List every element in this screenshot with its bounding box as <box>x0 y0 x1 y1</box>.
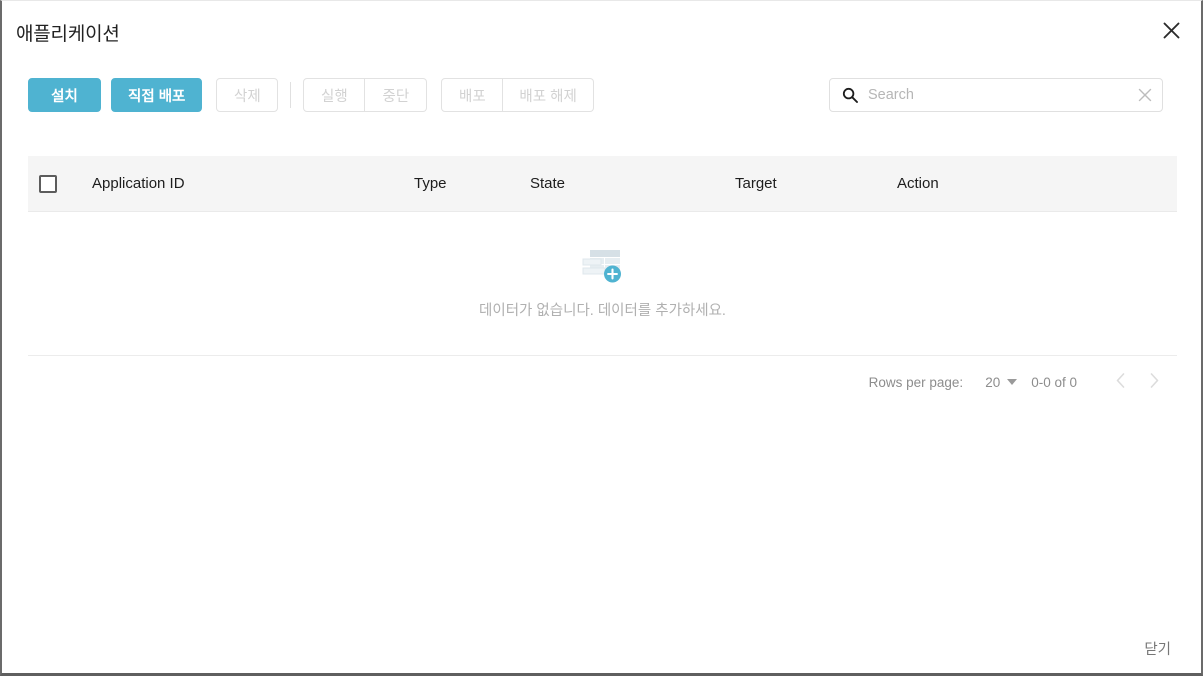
column-header-application-id[interactable]: Application ID <box>92 175 414 192</box>
chevron-right-icon <box>1150 373 1159 391</box>
applications-table: Application ID Type State Target Action <box>28 156 1177 408</box>
chevron-down-icon[interactable] <box>1007 379 1018 385</box>
undeploy-button[interactable]: 배포 해제 <box>503 78 594 112</box>
empty-state-message: 데이터가 없습니다. 데이터를 추가하세요. <box>479 302 726 319</box>
table-header-row: Application ID Type State Target Action <box>28 156 1177 212</box>
dialog-close-button[interactable] <box>1154 13 1188 47</box>
pagination: Rows per page: 20 0-0 of 0 <box>28 356 1177 408</box>
empty-state: 데이터가 없습니다. 데이터를 추가하세요. <box>28 212 1177 356</box>
search-icon <box>842 87 858 103</box>
run-stop-button-group: 실행 중단 <box>303 78 428 112</box>
page-title: 애플리케이션 <box>16 24 120 45</box>
pagination-next-button[interactable] <box>1137 365 1171 399</box>
column-header-target[interactable]: Target <box>735 175 897 192</box>
direct-deploy-button[interactable]: 직접 배포 <box>111 78 203 112</box>
search-input[interactable] <box>868 87 1132 103</box>
pagination-range-label: 0-0 of 0 <box>1031 374 1077 390</box>
toolbar-divider <box>290 82 292 108</box>
select-all-checkbox[interactable] <box>39 174 57 193</box>
search-clear-icon[interactable] <box>1132 88 1152 102</box>
search-box[interactable] <box>829 78 1163 112</box>
rows-per-page-value[interactable]: 20 <box>985 375 1000 390</box>
pagination-prev-button[interactable] <box>1103 365 1137 399</box>
footer-close-button[interactable]: 닫기 <box>1138 634 1177 663</box>
install-button[interactable]: 설치 <box>28 78 101 112</box>
toolbar: 설치 직접 배포 삭제 실행 중단 배포 배포 해제 <box>28 78 594 112</box>
rows-per-page-label: Rows per page: <box>868 374 964 390</box>
deploy-button[interactable]: 배포 <box>441 78 504 112</box>
delete-button[interactable]: 삭제 <box>216 78 279 112</box>
column-header-state[interactable]: State <box>530 175 735 192</box>
chevron-left-icon <box>1116 373 1125 391</box>
deploy-button-group: 배포 배포 해제 <box>441 78 594 112</box>
run-button[interactable]: 실행 <box>303 78 366 112</box>
close-icon <box>1163 22 1180 39</box>
stop-button[interactable]: 중단 <box>365 78 428 112</box>
table-add-icon <box>581 248 625 291</box>
select-all-cell <box>39 174 92 193</box>
column-header-action[interactable]: Action <box>897 175 1057 192</box>
column-header-type[interactable]: Type <box>414 175 530 192</box>
application-dialog: 애플리케이션 설치 직접 배포 삭제 실행 중단 배포 배포 해제 Search… <box>0 0 1203 676</box>
